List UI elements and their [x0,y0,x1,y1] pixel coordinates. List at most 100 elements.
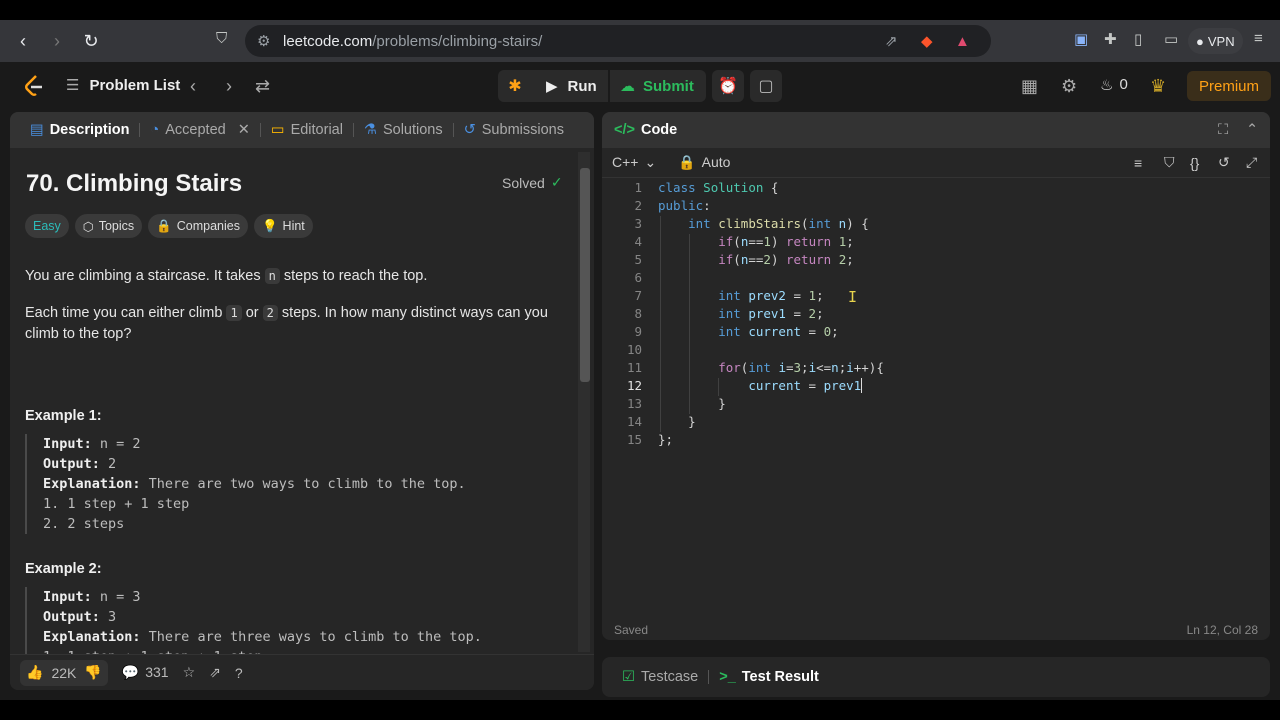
tab-divider [452,123,454,137]
brave-shield-icon[interactable]: ◆ [921,32,933,50]
share-icon[interactable]: ⇗ [885,32,898,50]
hint-label: Hint [282,219,305,233]
maximize-icon[interactable]: ⛶ [1218,122,1228,138]
layout-icon[interactable]: ▦ [1021,76,1038,97]
tab-submissions[interactable]: ↺ Submissions [456,112,572,148]
label: Input: [43,589,92,605]
submit-button[interactable]: ☁ Submit [610,70,706,102]
hint-button[interactable]: 💡 Hint [253,214,313,238]
tab-test-result[interactable]: >_ Test Result [711,659,827,695]
autocomplete-mode[interactable]: 🔒 Auto [678,154,730,171]
debug-button[interactable]: ✱ [498,70,532,102]
problem-list-button[interactable]: ☰ Problem List [66,76,180,95]
line-number: 1 [634,180,642,195]
tab-testcase[interactable]: ☑ Testcase [614,659,706,695]
solved-status: Solved ✓ [502,174,563,191]
translate-icon[interactable]: ▣ [1074,30,1088,48]
text: or [241,305,263,321]
cloud-upload-icon: ☁ [620,78,635,95]
accepted-icon: ◔ [150,122,160,138]
text-cursor-icon: I [848,288,858,306]
code-editor[interactable]: 1 2 3 4 5 6 7 8 9 10 11 12 13 14 15 clas… [602,180,1262,590]
collapse-icon[interactable]: ⌃ [1246,122,1258,138]
leetcode-logo-icon[interactable] [22,74,44,98]
notes-button[interactable]: ▢ [750,70,782,102]
code-line: } [658,396,726,411]
vpn-button[interactable]: ● VPN [1188,28,1243,54]
browser-toolbar: ‹ › ↻ ⛉ ⚙ leetcode.com/problems/climbing… [0,20,1280,62]
like-dislike-group: 👍 22K 👎 [20,659,108,686]
value: There are three ways to climb to the top… [140,629,482,645]
line-number: 15 [626,432,642,447]
text: steps to reach the top. [279,268,428,284]
tab-divider [259,123,261,137]
lightbulb-icon: 💡 [261,218,278,233]
problem-title[interactable]: 70. Climbing Stairs [26,170,242,198]
line-number: 12 [626,378,642,393]
extensions-icon[interactable]: ✚ [1104,30,1117,48]
test-panel: ☑ Testcase >_ Test Result [602,657,1270,697]
reload-icon[interactable]: ↻ [76,26,106,56]
history-icon: ↺ [463,122,476,138]
avatar[interactable]: ♛ [1150,76,1166,97]
screen: ‹ › ↻ ⛉ ⚙ leetcode.com/problems/climbing… [0,20,1280,700]
topics-label: Topics [98,219,135,233]
streak-counter[interactable]: ♨ 0 [1100,76,1128,94]
sidebar-icon[interactable]: ▯ [1134,30,1142,48]
bookmark-icon[interactable]: ⛉ [216,30,227,47]
checkbox-icon: ☑ [622,669,635,685]
code-line: int climbStairs(int n) { [688,216,869,231]
thumbs-down-icon[interactable]: 👎 [84,664,101,681]
close-icon[interactable]: ✕ [238,122,250,138]
label: Output: [43,456,100,472]
thumbs-up-icon[interactable]: 👍 [26,664,43,681]
topics-button[interactable]: ⬡ Topics [74,214,143,238]
forward-icon[interactable]: › [42,26,72,56]
tab-divider [708,670,710,684]
share-icon[interactable]: ⇗ [209,664,221,681]
tab-editorial-label: Editorial [290,122,343,138]
companies-label: Companies [176,219,240,233]
comments-button[interactable]: 💬 331 [122,664,169,681]
tab-description[interactable]: ▤ Description [22,112,137,148]
tab-accepted[interactable]: ◔ Accepted ✕ [142,112,257,148]
back-icon[interactable]: ‹ [8,26,38,56]
line-number: 4 [634,234,642,249]
tab-solutions[interactable]: ⚗ Solutions [356,112,451,148]
premium-button[interactable]: Premium [1187,71,1271,101]
star-icon[interactable]: ☆ [183,664,196,681]
fullscreen-icon[interactable]: ⤢ [1246,154,1257,171]
next-problem-icon[interactable]: › [226,76,232,97]
help-icon[interactable]: ? [235,665,243,681]
line-number: 3 [634,216,642,231]
tab-description-label: Description [49,122,130,138]
comment-icon: 💬 [121,664,140,680]
code-line: if(n==2) return 2; [718,252,854,267]
menu-icon[interactable]: ≡ [1254,30,1263,47]
braces-icon[interactable]: {} [1190,155,1199,171]
bookmark-icon[interactable]: ⛉ [1164,154,1175,171]
language-label: C++ [612,154,639,170]
shuffle-icon[interactable]: ⇄ [255,76,270,97]
brave-rewards-icon[interactable]: ▲ [955,33,970,50]
scrollbar-thumb[interactable] [580,168,590,382]
companies-button[interactable]: 🔒 Companies [148,214,248,238]
language-select[interactable]: C++ ⌄ [612,154,656,171]
reset-icon[interactable]: ↺ [1218,154,1230,171]
example-1-box: Input: n = 2 Output: 2 Explanation: Ther… [25,434,466,534]
comment-count: 331 [145,664,169,680]
tab-editorial[interactable]: ▭ Editorial [263,112,351,148]
site-settings-icon[interactable]: ⚙ [257,32,270,50]
code-line: int prev2 = 1; [718,288,824,303]
address-bar[interactable]: ⚙ leetcode.com/problems/climbing-stairs/… [245,25,991,57]
settings-icon[interactable]: ⚙ [1061,76,1077,97]
format-icon[interactable]: ≡ [1134,155,1142,171]
run-button[interactable]: ▶ Run [532,70,608,102]
example-1-title: Example 1: [25,408,102,424]
timer-button[interactable]: ⏰ [712,70,744,102]
prev-problem-icon[interactable]: ‹ [190,76,196,97]
code-line: }; [658,432,674,447]
value: 3 [99,609,117,625]
wallet-icon[interactable]: ▭ [1164,30,1178,48]
code-line: } [658,414,696,429]
